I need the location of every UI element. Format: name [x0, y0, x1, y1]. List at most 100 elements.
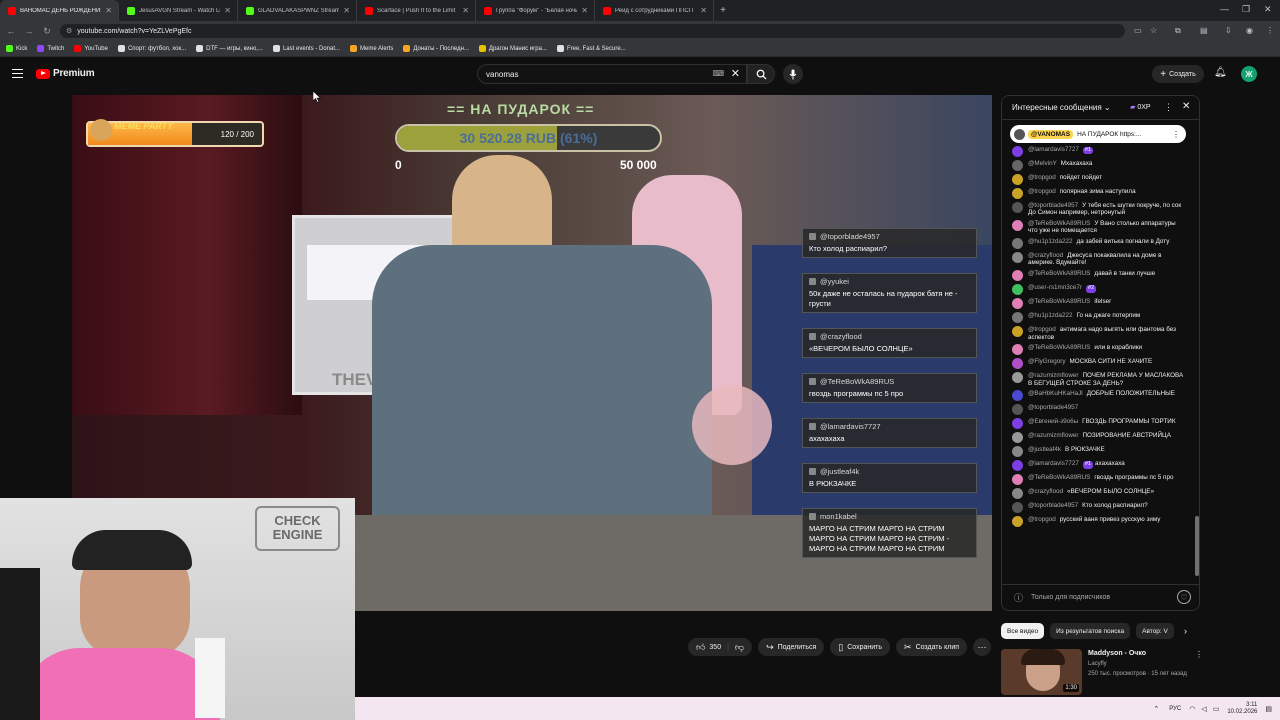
notifications-icon[interactable]: ▤	[1265, 705, 1272, 713]
browser-tab[interactable]: ВАНОМАС ДЕНЬ РОЖДЕНИЯ ✕	[0, 0, 119, 21]
tab-close-icon[interactable]: ✕	[105, 6, 112, 15]
bookmark-star-icon[interactable]: ☆	[1150, 26, 1157, 35]
chat-avatar[interactable]	[1012, 159, 1023, 171]
pinned-message[interactable]: @VANOMAS НА ПУДАРОК https:... ⋮	[1010, 125, 1186, 143]
chat-message[interactable]: @crazyflood «ВЕЧЕРОМ БЫЛО СОЛНЦЕ»	[1002, 487, 1192, 501]
chat-avatar[interactable]	[1012, 201, 1023, 213]
chat-author[interactable]: @Евгений-з9о6ы	[1028, 418, 1078, 425]
tab-close-icon[interactable]: ✕	[581, 6, 588, 15]
chat-message[interactable]: @toporblade4957 У тебя есть шутки покруче…	[1002, 200, 1192, 218]
chat-avatar[interactable]	[1012, 326, 1023, 338]
thumbs-down-icon[interactable]: 👎︎	[735, 642, 744, 653]
chat-message[interactable]: @hu1p1zda222 Го на джаге потерпим	[1002, 311, 1192, 325]
tab-close-icon[interactable]: ✕	[224, 6, 231, 15]
chat-message[interactable]: @MelvinY Мхахахаха	[1002, 158, 1192, 172]
heart-icon[interactable]: ♡	[1177, 590, 1191, 604]
chat-message[interactable]: @tropgod полярная зима наступила	[1002, 186, 1192, 200]
clip-button[interactable]: ✂ Создать клип	[896, 638, 968, 656]
chat-author[interactable]: @TeReBoWkA89RUS	[1028, 298, 1090, 305]
chat-author[interactable]: @crazyflood	[1028, 488, 1063, 495]
chat-avatar[interactable]	[1012, 474, 1023, 486]
chat-avatar[interactable]	[1012, 390, 1023, 402]
filter-chip[interactable]: Из результатов поиска	[1050, 623, 1131, 639]
chat-message[interactable]: @hu1p1zda222 да забей витька погнали в До…	[1002, 236, 1192, 250]
pinned-menu-icon[interactable]: ⋮	[1172, 130, 1180, 139]
clear-search-icon[interactable]: ✕	[731, 67, 740, 80]
url-field[interactable]: ⚙ youtube.com/watch?v=YeZLVePgEfc	[60, 24, 1125, 38]
chat-message[interactable]: @tropgod русский ваня привез русскую зиму	[1002, 515, 1192, 529]
chat-author[interactable]: @BaHbKuHKaHaJl	[1028, 390, 1083, 397]
chat-author[interactable]: @TeReBoWkA89RUS	[1028, 344, 1090, 351]
chat-avatar[interactable]	[1012, 460, 1023, 472]
chat-message[interactable]: @lamardavis7727 #1 ахахахаха	[1002, 459, 1192, 473]
chat-avatar[interactable]	[1012, 173, 1023, 185]
chat-author[interactable]: @tropgod	[1028, 174, 1056, 181]
browser-tab[interactable]: GLADVALAKASPWNZ Stream ✕	[238, 0, 357, 21]
chat-menu-icon[interactable]: ⋮	[1164, 102, 1173, 113]
filter-chip[interactable]: Все видео	[1001, 623, 1045, 639]
chat-message[interactable]: @TeReBoWkA89RUS У Вано столько аппаратуры…	[1002, 218, 1192, 236]
chat-author[interactable]: @TeReBoWkA89RUS	[1028, 220, 1090, 227]
bookmark-item[interactable]: DTF — игры, кино,...	[196, 45, 263, 52]
chat-avatar[interactable]	[1012, 404, 1023, 416]
notifications-bell-icon[interactable]: 🔔︎	[1214, 67, 1227, 78]
chat-message[interactable]: @razumizmflower ПОЧЕМ РЕКЛАМА У МАСЛАКОВА…	[1002, 371, 1192, 389]
menu-icon[interactable]: ⋮	[1266, 26, 1274, 35]
new-tab-button[interactable]: +	[714, 0, 732, 21]
chat-message[interactable]: @lamardavis7727 #1	[1002, 144, 1192, 158]
bookmark-item[interactable]: Донаты - Последн...	[403, 45, 469, 52]
chat-avatar[interactable]	[1012, 270, 1023, 282]
chat-author[interactable]: @hu1p1zda222	[1028, 238, 1073, 245]
bookmark-item[interactable]: Last events - Donat...	[272, 45, 340, 52]
bookmark-item[interactable]: Meme Alerts	[350, 45, 393, 52]
download-icon[interactable]: ⇩	[1225, 26, 1232, 35]
chat-message[interactable]: @TeReBoWkA89RUS или в кораблики	[1002, 343, 1192, 357]
points-badge[interactable]: ▰ 0XP	[1130, 103, 1151, 111]
chat-author[interactable]: @MelvinY	[1028, 160, 1057, 167]
clock[interactable]: 3:11 10.02.2026	[1227, 702, 1257, 716]
bookmark-item[interactable]: Драгон Манис игра...	[478, 45, 547, 52]
chat-author[interactable]: @tropgod	[1028, 188, 1056, 195]
chat-message[interactable]: @TeReBoWkA89RUS ifelser	[1002, 297, 1192, 311]
rec-channel[interactable]: Lacyfly	[1088, 661, 1107, 667]
chat-message[interactable]: @razumizmflower ПОЗИРОВАНИЕ АВСТРИЙЦА	[1002, 431, 1192, 445]
chips-next-icon[interactable]: ›	[1184, 626, 1187, 636]
chat-message[interactable]: @toporblade4957	[1002, 403, 1192, 417]
chat-author[interactable]: @toporblade4957	[1028, 502, 1078, 509]
rec-menu-icon[interactable]: ⋮	[1195, 650, 1203, 659]
browser-tab[interactable]: Scarface | Push It to the Limit ✕	[357, 0, 476, 21]
tab-close-icon[interactable]: ✕	[343, 6, 350, 15]
chat-author[interactable]: @toporblade4957	[1028, 404, 1078, 411]
minimize-icon[interactable]: —	[1220, 4, 1229, 14]
sidepanel-icon[interactable]: ▤	[1200, 26, 1208, 35]
maximize-icon[interactable]: ❐	[1242, 4, 1250, 15]
chat-avatar[interactable]	[1012, 298, 1023, 310]
chat-author[interactable]: @FlyGregory	[1028, 358, 1066, 365]
chat-author[interactable]: @justleaf4k	[1028, 446, 1061, 453]
chat-scrollbar[interactable]	[1195, 126, 1199, 604]
tab-close-icon[interactable]: ✕	[462, 6, 469, 15]
chat-author[interactable]: @user-rs1mn3ce7r	[1028, 284, 1082, 291]
chat-message[interactable]: @BaHbKuHKaHaJl ДОБРЫЕ ПОЛОЖИТЕЛЬНЫЕ	[1002, 389, 1192, 403]
chat-avatar[interactable]	[1012, 187, 1023, 199]
hamburger-menu-icon[interactable]	[12, 69, 23, 78]
keyboard-icon[interactable]: ⌨	[712, 69, 724, 78]
save-button[interactable]: ▯ Сохранить	[830, 638, 891, 656]
chat-avatar[interactable]	[1012, 488, 1023, 500]
site-info-icon[interactable]: ⚙	[66, 27, 72, 35]
chat-avatar[interactable]	[1012, 372, 1023, 384]
browser-tab[interactable]: JesusAVGN Stream - Watch Live ✕	[119, 0, 238, 21]
chat-avatar[interactable]	[1012, 237, 1023, 249]
extensions-icon[interactable]: ⧉	[1175, 26, 1181, 36]
filter-chip[interactable]: Автор: V	[1136, 623, 1174, 639]
chat-avatar[interactable]	[1012, 251, 1023, 263]
chat-message[interactable]: @tropgod антимага надо выгять или фантома…	[1002, 325, 1192, 343]
chat-author[interactable]: @lamardavis7727	[1028, 460, 1079, 467]
chat-avatar[interactable]	[1012, 502, 1023, 514]
chat-author[interactable]: @tropgod	[1028, 516, 1056, 523]
search-input[interactable]: vanomas ⌨ ✕	[477, 64, 747, 84]
chat-message[interactable]: @FlyGregory МОСКВА СИТИ НЕ ХАЧИТЕ	[1002, 357, 1192, 371]
volume-icon[interactable]: ◁	[1201, 705, 1206, 713]
forward-icon[interactable]: →	[20, 26, 38, 36]
close-chat-icon[interactable]: ✕	[1182, 101, 1190, 112]
